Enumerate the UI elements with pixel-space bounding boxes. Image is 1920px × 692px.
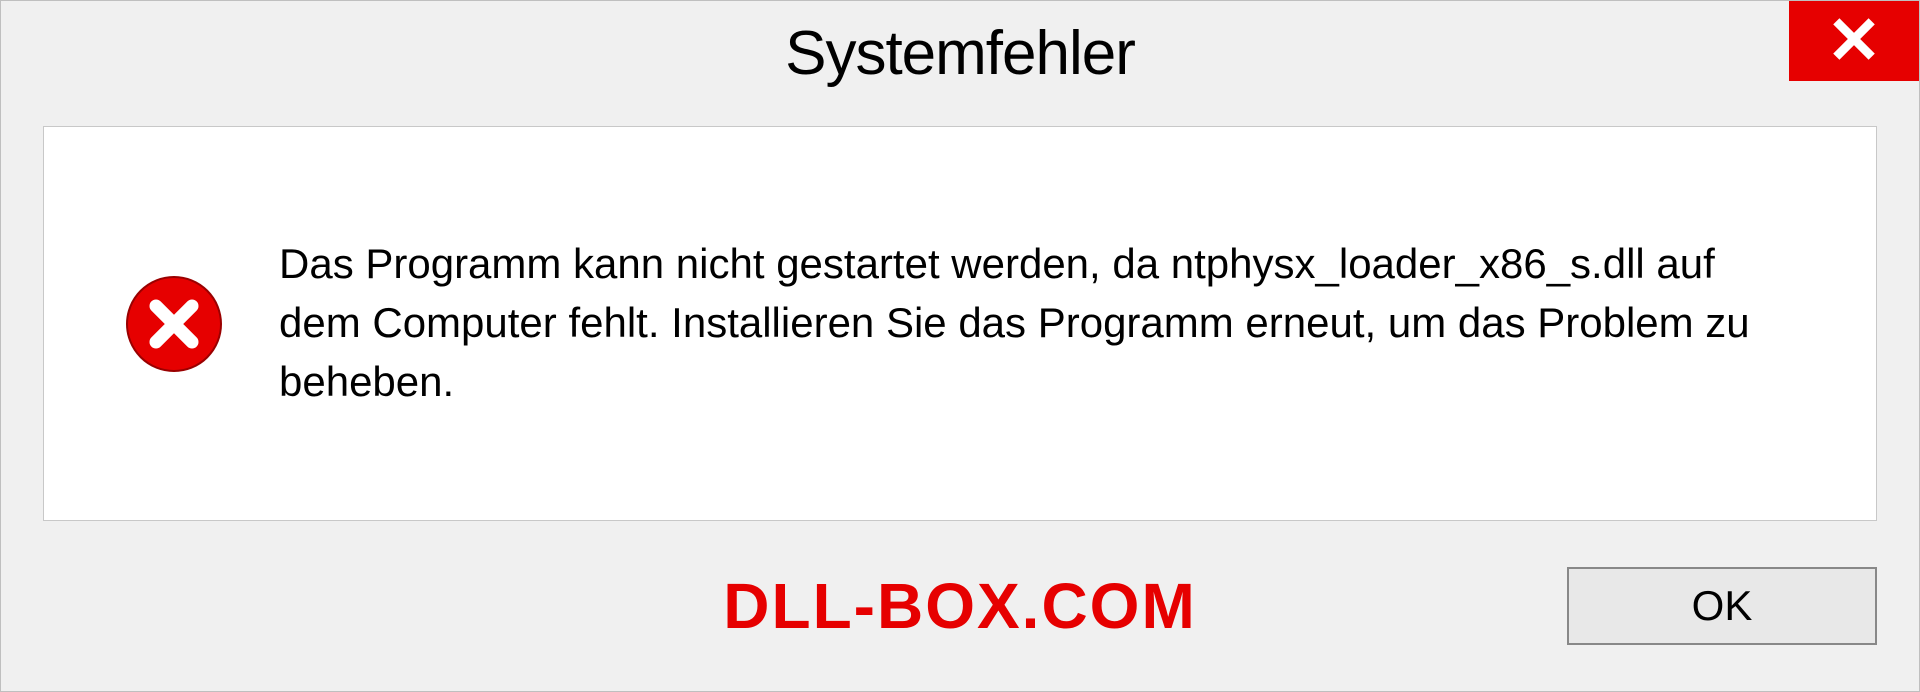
error-message: Das Programm kann nicht gestartet werden… <box>279 235 1806 411</box>
error-dialog: Systemfehler Das Programm kann nicht ges… <box>0 0 1920 692</box>
dialog-footer: DLL-BOX.COM OK <box>1 551 1919 691</box>
dialog-title: Systemfehler <box>785 18 1135 89</box>
message-panel: Das Programm kann nicht gestartet werden… <box>43 126 1877 521</box>
ok-button[interactable]: OK <box>1567 567 1877 645</box>
close-button[interactable] <box>1789 1 1919 81</box>
error-icon <box>124 274 224 374</box>
close-icon <box>1829 14 1879 69</box>
watermark-text: DLL-BOX.COM <box>723 569 1197 643</box>
titlebar: Systemfehler <box>1 1 1919 106</box>
